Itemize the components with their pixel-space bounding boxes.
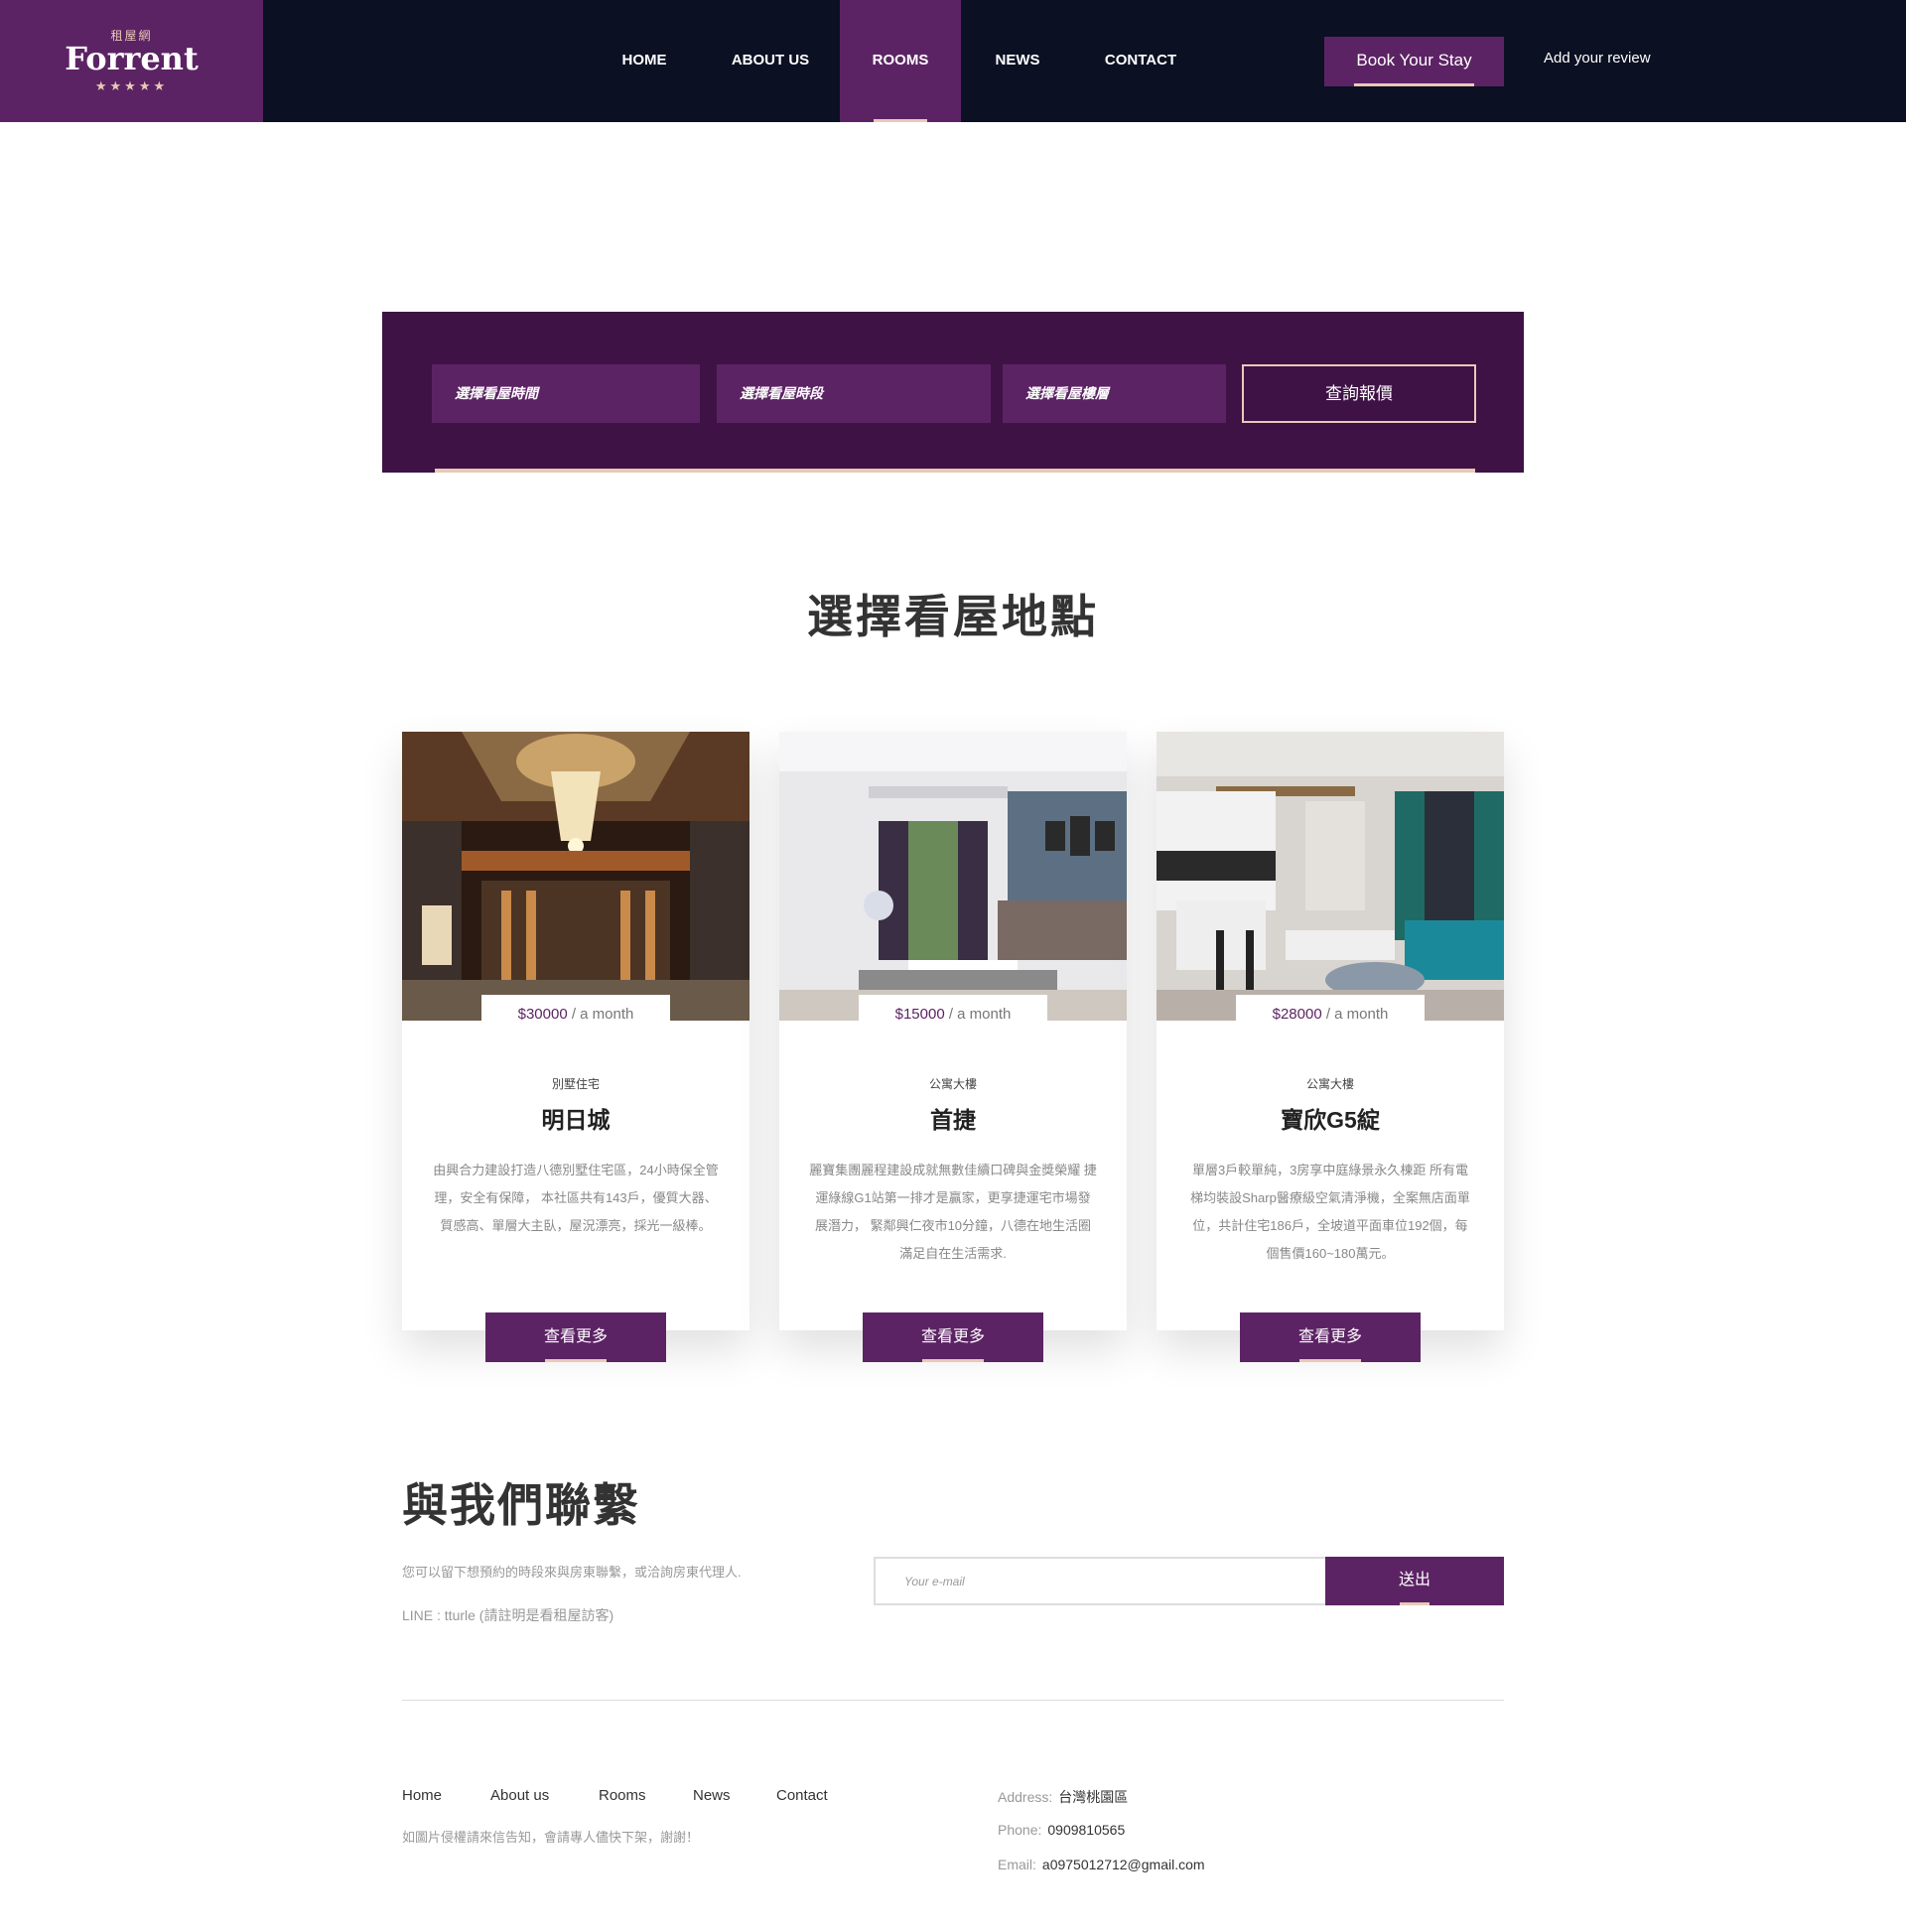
room-card: $28000 / a month 公寓大樓 寶欣G5綻 單層3戶較單純，3房享中…	[1157, 732, 1504, 1362]
view-more-underline	[922, 1359, 984, 1362]
email-field[interactable]	[874, 1557, 1325, 1605]
view-more-label: 查看更多	[1297, 1328, 1362, 1345]
nav-home[interactable]: HOME	[603, 0, 686, 122]
visit-floor-select[interactable]: 選擇看屋樓層	[1003, 364, 1226, 423]
phone-value: 0909810565	[1047, 1822, 1126, 1838]
book-your-stay-button[interactable]: Book Your Stay	[1324, 37, 1504, 86]
contact-text: 您可以留下想預約的時段來與房東聯繫，或洽詢房東代理人.	[402, 1565, 742, 1580]
nav-rooms[interactable]: ROOMS	[840, 0, 961, 122]
rating-stars-icon: ★★★★★	[94, 78, 169, 93]
room-photo-living-room[interactable]	[779, 732, 1127, 1021]
room-name: 明日城	[541, 1107, 611, 1133]
room-category: 別墅住宅	[551, 1077, 600, 1091]
book-your-stay-label: Book Your Stay	[1356, 51, 1472, 69]
visit-date-select[interactable]: 選擇看屋時間	[432, 364, 700, 423]
send-underline	[1400, 1602, 1430, 1605]
room-photo-kitchen[interactable]	[1157, 732, 1504, 1021]
logo[interactable]: 租屋網 Forrent ★★★★★	[0, 0, 263, 122]
footer-divider	[402, 1700, 1504, 1701]
view-more-label: 查看更多	[543, 1328, 608, 1345]
email-label: Email:	[998, 1857, 1036, 1872]
room-name: 首捷	[930, 1107, 976, 1133]
room-card: $15000 / a month 公寓大樓 首捷 麗寶集團麗程建設成就無數佳續口…	[779, 732, 1127, 1362]
add-review-link[interactable]: Add your review	[1544, 50, 1651, 67]
nav-home-label: HOME	[621, 52, 667, 69]
room-description: 麗寶集團麗程建設成就無數佳續口碑與金獎榮耀 捷運綠線G1站第一排才是贏家，更享捷…	[809, 1163, 1097, 1261]
site-header: 租屋網 Forrent ★★★★★ HOME ABOUT US ROOMS NE…	[0, 0, 1906, 122]
check-price-button[interactable]: 查詢報價	[1242, 364, 1476, 423]
footer-link-rooms[interactable]: Rooms	[599, 1787, 646, 1804]
price-period: / a month	[1321, 1006, 1389, 1023]
view-more-button[interactable]: 查看更多	[1240, 1312, 1421, 1362]
copyright-note: 如圖片侵權請來信告知，會請專人儘快下架，謝謝！	[402, 1830, 700, 1845]
address-label: Address:	[998, 1789, 1053, 1805]
price-amount: $28000	[1272, 1006, 1322, 1023]
footer-address: Address: 台灣桃園區	[998, 1787, 1128, 1807]
room-category: 公寓大樓	[928, 1077, 977, 1091]
room-photo-lobby[interactable]	[402, 732, 749, 1021]
price-period: / a month	[567, 1006, 634, 1023]
search-panel: 選擇看屋時間 選擇看屋時段 選擇看屋樓層 查詢報價	[382, 312, 1524, 473]
nav-contact[interactable]: CONTACT	[1096, 0, 1185, 122]
logo-title: Forrent	[65, 40, 199, 77]
nav-active-indicator	[874, 119, 927, 122]
send-label: 送出	[1398, 1572, 1430, 1588]
footer-link-about-us[interactable]: About us	[490, 1787, 549, 1804]
footer-link-contact[interactable]: Contact	[776, 1787, 828, 1804]
price-tag: $28000 / a month	[1236, 995, 1425, 1032]
footer-phone: Phone: 0909810565	[998, 1822, 1125, 1838]
view-more-button[interactable]: 查看更多	[485, 1312, 666, 1362]
price-tag: $30000 / a month	[481, 995, 670, 1032]
footer-link-home[interactable]: Home	[402, 1787, 442, 1804]
contact-title: 與我們聯繫	[402, 1479, 640, 1531]
nav-contact-label: CONTACT	[1104, 52, 1177, 69]
nav-about-us[interactable]: ABOUT US	[720, 0, 821, 122]
view-more-label: 查看更多	[920, 1328, 985, 1345]
book-button-underline	[1354, 83, 1474, 86]
room-category: 公寓大樓	[1305, 1077, 1354, 1091]
price-period: / a month	[944, 1006, 1012, 1023]
room-description: 單層3戶較單純，3房享中庭綠景永久棟距 所有電梯均裝設Sharp醫療級空氣清淨機…	[1190, 1163, 1470, 1261]
search-panel-accent-line	[435, 469, 1475, 473]
view-more-button[interactable]: 查看更多	[863, 1312, 1043, 1362]
room-description: 由興合力建設打造八德別墅住宅區，24小時保全管理，安全有保障， 本社區共有143…	[433, 1163, 719, 1233]
room-card: $30000 / a month 別墅住宅 明日城 由興合力建設打造八德別墅住宅…	[402, 732, 749, 1362]
nav-about-us-label: ABOUT US	[731, 52, 810, 69]
locations-title: 選擇看屋地點	[807, 591, 1099, 642]
phone-label: Phone:	[998, 1822, 1042, 1838]
room-name: 寶欣G5綻	[1281, 1107, 1380, 1133]
nav-news-label: NEWS	[995, 52, 1040, 69]
price-amount: $30000	[517, 1006, 568, 1023]
price-amount: $15000	[894, 1006, 945, 1023]
address-value: 台灣桃園區	[1058, 1789, 1129, 1805]
view-more-underline	[545, 1359, 607, 1362]
visit-period-select[interactable]: 選擇看屋時段	[717, 364, 991, 423]
price-tag: $15000 / a month	[859, 995, 1047, 1032]
footer-link-news[interactable]: News	[693, 1787, 731, 1804]
footer-email: Email: a0975012712@gmail.com	[998, 1857, 1205, 1872]
email-value: a0975012712@gmail.com	[1041, 1857, 1205, 1872]
nav-rooms-label: ROOMS	[872, 52, 929, 69]
nav-news[interactable]: NEWS	[983, 0, 1052, 122]
view-more-underline	[1299, 1359, 1361, 1362]
contact-line-id: LINE : tturle (請註明是看租屋訪客)	[402, 1607, 614, 1623]
send-button[interactable]: 送出	[1325, 1557, 1504, 1605]
